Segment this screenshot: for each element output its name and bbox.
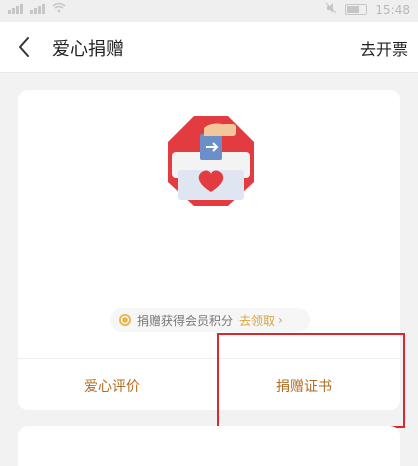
claim-link[interactable]: 去领取	[239, 312, 275, 329]
points-text: 捐赠获得会员积分	[137, 313, 234, 328]
wifi-icon	[52, 2, 66, 16]
points-claim-bar[interactable]: 捐赠获得会员积分 去领取 ›	[110, 308, 310, 332]
donation-box-icon	[164, 112, 258, 210]
signal-icon-2	[30, 4, 46, 14]
signal-icon	[8, 4, 24, 14]
page-title: 爱心捐赠	[52, 39, 124, 60]
highlight-box	[217, 333, 405, 428]
mute-icon	[325, 2, 337, 17]
battery-icon	[345, 4, 368, 15]
top-nav-bar: 爱心捐赠 去开票	[0, 22, 418, 73]
back-icon[interactable]	[12, 32, 40, 62]
status-time: 15:48	[375, 2, 410, 17]
coin-icon	[118, 313, 132, 327]
invoice-button[interactable]: 去开票	[360, 36, 408, 60]
status-left	[8, 2, 66, 16]
chevron-right-icon: ›	[278, 313, 283, 327]
charity-review-button[interactable]: 爱心评价	[84, 376, 140, 396]
status-bar: 15:48	[0, 0, 418, 22]
status-right: 15:48	[325, 2, 410, 17]
next-card	[18, 426, 400, 466]
